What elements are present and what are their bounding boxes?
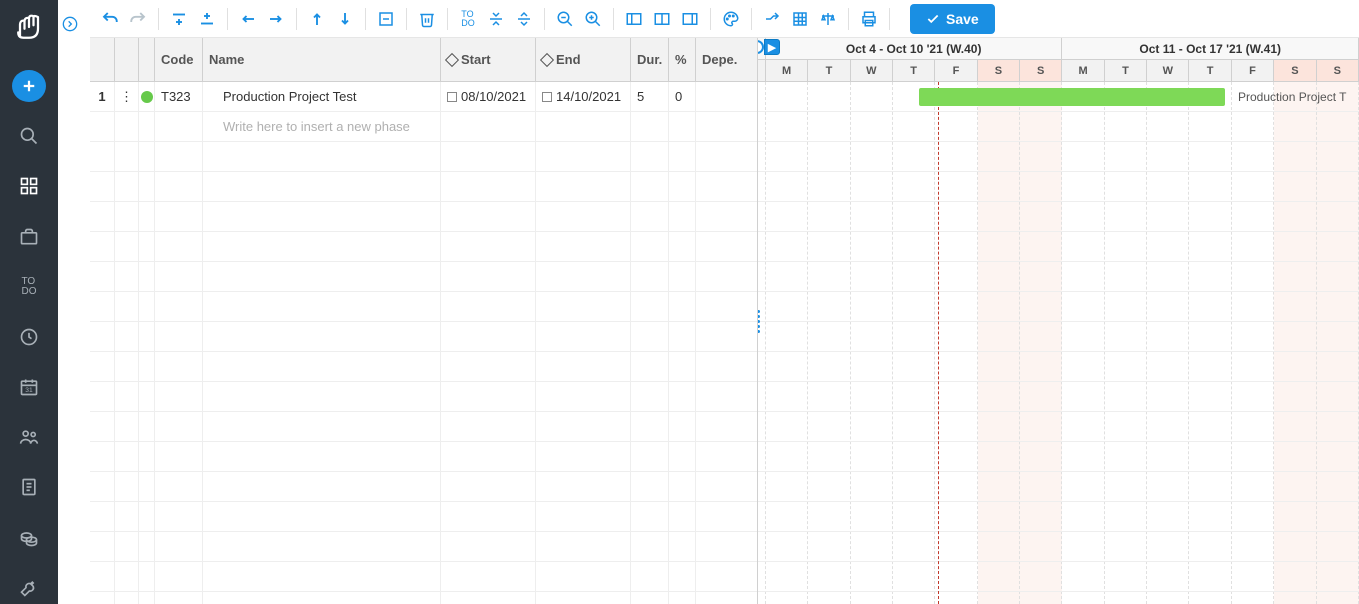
outdent-icon[interactable] bbox=[234, 5, 262, 33]
cell-depe[interactable] bbox=[696, 82, 746, 111]
grid-body: 1 ⋮ T323 Production Project Test 08/10/2… bbox=[90, 82, 757, 604]
week-header: Oct 11 - Oct 17 '21 (W.41) bbox=[1062, 38, 1359, 59]
left-sidebar: TO DO 31 bbox=[0, 0, 58, 604]
todo-nav[interactable]: TO DO bbox=[12, 271, 46, 303]
cell-name[interactable]: Production Project Test bbox=[203, 82, 441, 111]
status-indicator[interactable] bbox=[139, 82, 155, 111]
col-header-depe[interactable]: Depe. bbox=[696, 38, 746, 81]
day-header: F bbox=[935, 60, 977, 81]
todo-toolbar-icon[interactable]: TO DO bbox=[454, 5, 482, 33]
day-header: T bbox=[1105, 60, 1147, 81]
undo-icon[interactable] bbox=[96, 5, 124, 33]
document-icon[interactable] bbox=[12, 471, 46, 503]
layout-right-icon[interactable] bbox=[676, 5, 704, 33]
time-next-icon[interactable]: ▶ bbox=[764, 39, 780, 55]
wrench-icon[interactable] bbox=[12, 572, 46, 604]
day-header: S bbox=[1317, 60, 1359, 81]
print-icon[interactable] bbox=[855, 5, 883, 33]
save-button[interactable]: Save bbox=[910, 4, 995, 34]
move-down-icon[interactable] bbox=[331, 5, 359, 33]
people-icon[interactable] bbox=[12, 421, 46, 453]
palette-icon[interactable] bbox=[717, 5, 745, 33]
cell-code[interactable]: T323 bbox=[155, 82, 203, 111]
layout-left-icon[interactable] bbox=[620, 5, 648, 33]
gantt-bar-label: Production Project T bbox=[1238, 90, 1347, 104]
table-row[interactable]: 1 ⋮ T323 Production Project Test 08/10/2… bbox=[90, 82, 757, 112]
insert-below-icon[interactable] bbox=[193, 5, 221, 33]
day-header: F bbox=[1232, 60, 1274, 81]
delete-icon[interactable] bbox=[413, 5, 441, 33]
grid-icon[interactable] bbox=[786, 5, 814, 33]
col-header-dur[interactable]: Dur. bbox=[631, 38, 669, 81]
day-header: M bbox=[1062, 60, 1104, 81]
collapse-all-icon[interactable] bbox=[510, 5, 538, 33]
day-header: T bbox=[1189, 60, 1231, 81]
critical-path-icon[interactable] bbox=[758, 5, 786, 33]
move-up-icon[interactable] bbox=[303, 5, 331, 33]
cell-dur[interactable]: 5 bbox=[631, 82, 669, 111]
day-header: T bbox=[893, 60, 935, 81]
expand-all-icon[interactable] bbox=[482, 5, 510, 33]
cell-pct[interactable]: 0 bbox=[669, 82, 696, 111]
redo-icon[interactable] bbox=[124, 5, 152, 33]
main-area: Code Name Start End Dur. % Depe. 1 ⋮ T32… bbox=[90, 38, 1359, 604]
new-phase-row[interactable]: Write here to insert a new phase bbox=[90, 112, 757, 142]
toolbar: TO DO Save bbox=[90, 0, 1359, 38]
gantt-header: ◀ ▶ Oct 4 - Oct 10 '21 (W.40) Oct 11 - O… bbox=[758, 38, 1359, 82]
briefcase-icon[interactable] bbox=[12, 220, 46, 252]
row-menu-icon[interactable]: ⋮ bbox=[115, 82, 139, 111]
add-button[interactable] bbox=[12, 70, 46, 102]
day-header: W bbox=[851, 60, 893, 81]
search-icon[interactable] bbox=[12, 120, 46, 152]
dashboard-icon[interactable] bbox=[12, 170, 46, 202]
day-header: S bbox=[1020, 60, 1062, 81]
time-navigator: ◀ ▶ bbox=[758, 38, 780, 56]
zoom-in-icon[interactable] bbox=[579, 5, 607, 33]
indent-icon[interactable] bbox=[262, 5, 290, 33]
col-header-pct[interactable]: % bbox=[669, 38, 696, 81]
day-header: M bbox=[766, 60, 808, 81]
cell-end[interactable]: 14/10/2021 bbox=[536, 82, 631, 111]
gantt-bar[interactable] bbox=[919, 88, 1225, 106]
balance-icon[interactable] bbox=[814, 5, 842, 33]
svg-text:31: 31 bbox=[25, 387, 33, 394]
calendar-icon[interactable]: 31 bbox=[12, 371, 46, 403]
today-marker bbox=[938, 82, 939, 604]
col-header-start[interactable]: Start bbox=[441, 38, 536, 81]
task-grid-panel: Code Name Start End Dur. % Depe. 1 ⋮ T32… bbox=[90, 38, 758, 604]
gantt-panel: ◀ ▶ Oct 4 - Oct 10 '21 (W.40) Oct 11 - O… bbox=[758, 38, 1359, 604]
grid-header: Code Name Start End Dur. % Depe. bbox=[90, 38, 757, 82]
clock-icon[interactable] bbox=[12, 321, 46, 353]
col-header-code[interactable]: Code bbox=[155, 38, 203, 81]
expand-sidebar-button[interactable] bbox=[58, 12, 82, 36]
coins-icon[interactable] bbox=[12, 522, 46, 554]
insert-above-icon[interactable] bbox=[165, 5, 193, 33]
new-phase-placeholder[interactable]: Write here to insert a new phase bbox=[203, 112, 441, 141]
app-logo bbox=[9, 8, 49, 46]
col-header-name[interactable]: Name bbox=[203, 38, 441, 81]
splitter-handle[interactable] bbox=[758, 306, 762, 336]
day-header: T bbox=[808, 60, 850, 81]
layout-split-icon[interactable] bbox=[648, 5, 676, 33]
day-header: W bbox=[1147, 60, 1189, 81]
col-header-end[interactable]: End bbox=[536, 38, 631, 81]
cell-start[interactable]: 08/10/2021 bbox=[441, 82, 536, 111]
zoom-out-icon[interactable] bbox=[551, 5, 579, 33]
gantt-body[interactable]: Production Project T bbox=[758, 82, 1359, 604]
decrease-icon[interactable] bbox=[372, 5, 400, 33]
row-number: 1 bbox=[90, 82, 115, 111]
day-header: S bbox=[978, 60, 1020, 81]
week-header: Oct 4 - Oct 10 '21 (W.40) bbox=[766, 38, 1063, 59]
day-header: S bbox=[1274, 60, 1316, 81]
